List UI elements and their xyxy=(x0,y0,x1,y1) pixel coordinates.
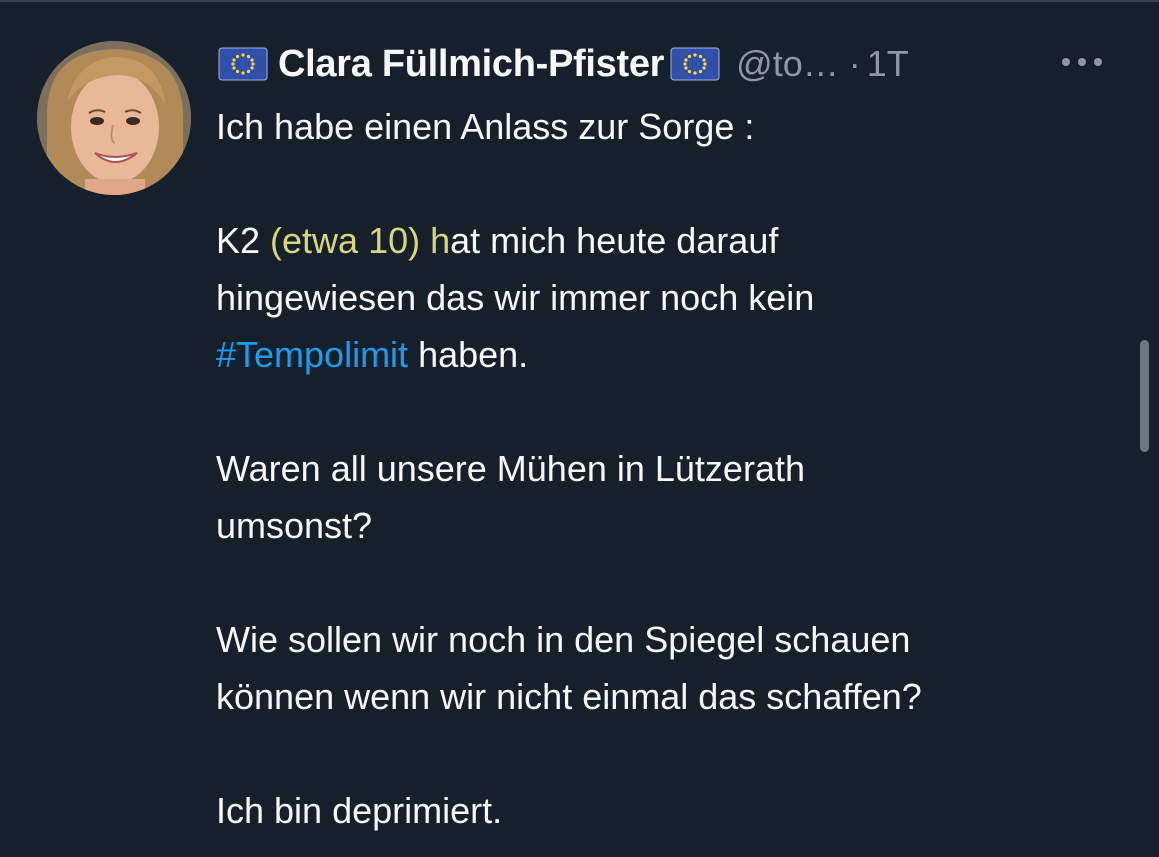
tweet-line: Wie sollen wir noch in den Spiegel schau… xyxy=(216,619,911,660)
tweet-text-segment: K2 xyxy=(216,220,271,261)
tweet-timestamp[interactable]: 1T xyxy=(867,43,909,85)
hashtag-link[interactable]: #Tempolimit xyxy=(216,334,408,375)
highlighted-text: (etwa 10) h xyxy=(270,220,451,261)
tweet-line: Waren all unsere Mühen in Lützerath xyxy=(216,448,805,489)
eu-flag-icon xyxy=(218,47,268,81)
tweet-header: Clara Füllmich-Pfister @to… · 1T xyxy=(218,40,909,88)
display-name[interactable]: Clara Füllmich-Pfister xyxy=(278,43,664,86)
top-divider xyxy=(0,0,1159,2)
tweet-line: Ich habe einen Anlass zur Sorge : xyxy=(216,106,755,147)
user-handle[interactable]: @to… xyxy=(736,43,839,85)
tweet-line: hingewiesen das wir immer noch kein xyxy=(216,277,815,318)
eu-flag-icon xyxy=(670,47,720,81)
avatar[interactable] xyxy=(37,41,191,195)
more-options-icon[interactable] xyxy=(1058,48,1106,76)
tweet-text: Ich habe einen Anlass zur Sorge : K2 (et… xyxy=(216,98,1136,839)
tweet-line: umsonst? xyxy=(216,505,373,546)
separator-dot: · xyxy=(848,43,861,84)
tweet-paragraph: K2 (etwa 10) hat mich heute darauf xyxy=(216,212,1136,269)
tweet-text-segment: haben. xyxy=(408,334,529,375)
tweet-line: Ich bin deprimiert. xyxy=(216,790,503,831)
tweet-line: können wenn wir nicht einmal das schaffe… xyxy=(216,676,922,717)
tweet-text-segment: at mich heute darauf xyxy=(450,220,779,261)
tweet-paragraph: #Tempolimit haben. xyxy=(216,326,1136,383)
avatar-photo-icon xyxy=(37,41,191,195)
scrollbar-thumb[interactable] xyxy=(1140,340,1149,452)
